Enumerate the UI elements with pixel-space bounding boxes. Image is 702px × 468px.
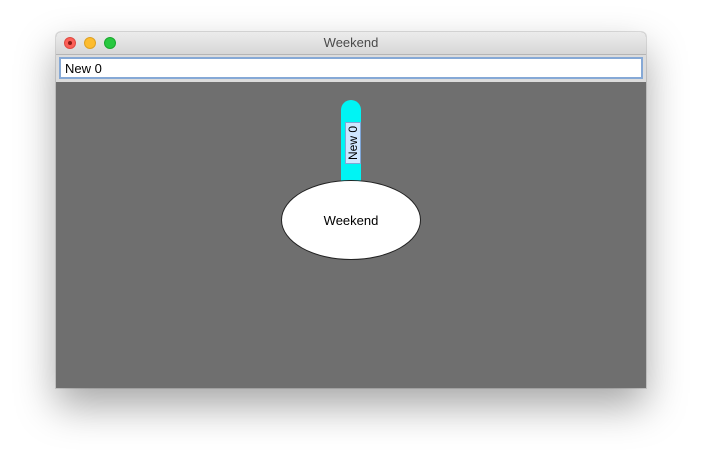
diagram-canvas[interactable]: New 0 Weekend bbox=[56, 82, 646, 388]
name-input[interactable] bbox=[59, 57, 643, 79]
app-window: Weekend New 0 Weekend bbox=[56, 32, 646, 388]
tag-label-box[interactable]: New 0 bbox=[345, 122, 361, 164]
title-bar[interactable]: Weekend bbox=[56, 32, 646, 55]
tag-label: New 0 bbox=[346, 125, 360, 161]
node-label: Weekend bbox=[323, 212, 379, 228]
toolbar bbox=[56, 55, 646, 82]
window-title: Weekend bbox=[323, 35, 379, 50]
weekend-node[interactable]: Weekend bbox=[281, 180, 421, 260]
